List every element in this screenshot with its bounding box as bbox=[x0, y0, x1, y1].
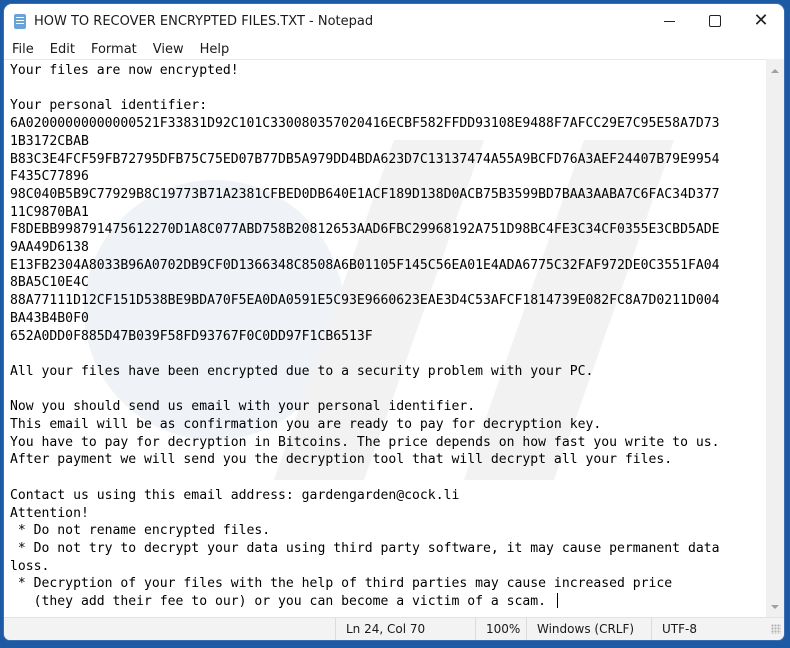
text-line: Your files are now encrypted! bbox=[10, 63, 239, 78]
text-line: F8DEBB998791475612270D1A8C077ABD758B2081… bbox=[10, 222, 720, 238]
text-line: (they add their fee to our) or you can b… bbox=[10, 594, 554, 610]
text-line: 9AA49D6138 bbox=[10, 240, 89, 256]
text-line: Your personal identifier: bbox=[10, 98, 208, 114]
zoom-level: 100% bbox=[475, 618, 526, 640]
menu-format[interactable]: Format bbox=[83, 42, 145, 57]
text-line: loss. bbox=[10, 558, 50, 574]
text-editor[interactable]: Your files are now encrypted! Your perso… bbox=[4, 59, 766, 620]
text-line: 88A77111D12CF151D538BE9BDA70F5EA0DA0591E… bbox=[10, 293, 720, 309]
text-line: 8BA5C10E4C bbox=[10, 275, 89, 291]
scroll-down-icon[interactable] bbox=[771, 605, 779, 609]
menu-edit[interactable]: Edit bbox=[42, 42, 83, 57]
text-line: After payment we will send you the decry… bbox=[10, 452, 673, 468]
text-line: * Do not try to decrypt your data using … bbox=[10, 540, 720, 556]
text-line: F435C77896 bbox=[10, 169, 89, 185]
vertical-scrollbar[interactable] bbox=[766, 59, 784, 619]
minimize-button[interactable] bbox=[646, 4, 692, 38]
notepad-icon bbox=[14, 13, 26, 29]
resize-grip-icon[interactable] bbox=[771, 624, 781, 634]
maximize-button[interactable] bbox=[692, 4, 738, 38]
scroll-up-icon[interactable] bbox=[771, 69, 779, 73]
text-line: Attention! bbox=[10, 505, 89, 521]
text-line: E13FB2304A8033B96A0702DB9CF0D1366348C850… bbox=[10, 257, 720, 273]
cursor-position: Ln 24, Col 70 bbox=[335, 618, 475, 640]
text-line: 98C040B5B9C77929B8C19773B71A2381CFBED0DB… bbox=[10, 186, 720, 202]
text-line: * Do not rename encrypted files. bbox=[10, 523, 271, 539]
text-caret bbox=[556, 593, 558, 609]
menu-bar: File Edit Format View Help bbox=[4, 38, 784, 60]
menu-file[interactable]: File bbox=[4, 42, 42, 57]
text-line: * Decryption of your files with the help… bbox=[10, 576, 673, 592]
status-bar: Ln 24, Col 70 100% Windows (CRLF) UTF-8 bbox=[4, 617, 784, 640]
text-line: 6A02000000000000521F33831D92C101C3300803… bbox=[10, 116, 720, 132]
window-title: HOW TO RECOVER ENCRYPTED FILES.TXT - Not… bbox=[34, 13, 374, 29]
text-line: All your files have been encrypted due t… bbox=[10, 363, 594, 379]
text-line: This email will be as confirmation you a… bbox=[10, 417, 602, 433]
minimize-icon bbox=[663, 20, 675, 22]
text-line: 11C9870BA1 bbox=[10, 204, 89, 220]
document-text[interactable]: Your files are now encrypted! Your perso… bbox=[4, 60, 766, 611]
menu-help[interactable]: Help bbox=[192, 42, 238, 57]
notepad-window: HOW TO RECOVER ENCRYPTED FILES.TXT - Not… bbox=[4, 4, 784, 640]
menu-view[interactable]: View bbox=[145, 42, 192, 57]
text-line: BA43B4B0F0 bbox=[10, 310, 89, 326]
text-line: Contact us using this email address: gar… bbox=[10, 487, 460, 503]
text-line: You have to pay for decryption in Bitcoi… bbox=[10, 434, 720, 450]
text-line: Now you should send us email with your p… bbox=[10, 399, 476, 415]
text-line: 652A0DD0F885D47B039F58FD93767F0C0DD97F1C… bbox=[10, 328, 373, 344]
maximize-icon bbox=[709, 15, 721, 27]
text-line: B83C3E4FCF59FB72795DFB75C75ED07B77DB5A97… bbox=[10, 151, 720, 167]
title-bar[interactable]: HOW TO RECOVER ENCRYPTED FILES.TXT - Not… bbox=[4, 4, 784, 38]
window-controls: ✕ bbox=[646, 4, 784, 38]
encoding: UTF-8 bbox=[651, 618, 751, 640]
close-button[interactable]: ✕ bbox=[738, 4, 784, 38]
close-icon: ✕ bbox=[753, 10, 769, 31]
text-line: 1B3172CBAB bbox=[10, 133, 89, 149]
line-ending: Windows (CRLF) bbox=[526, 618, 651, 640]
